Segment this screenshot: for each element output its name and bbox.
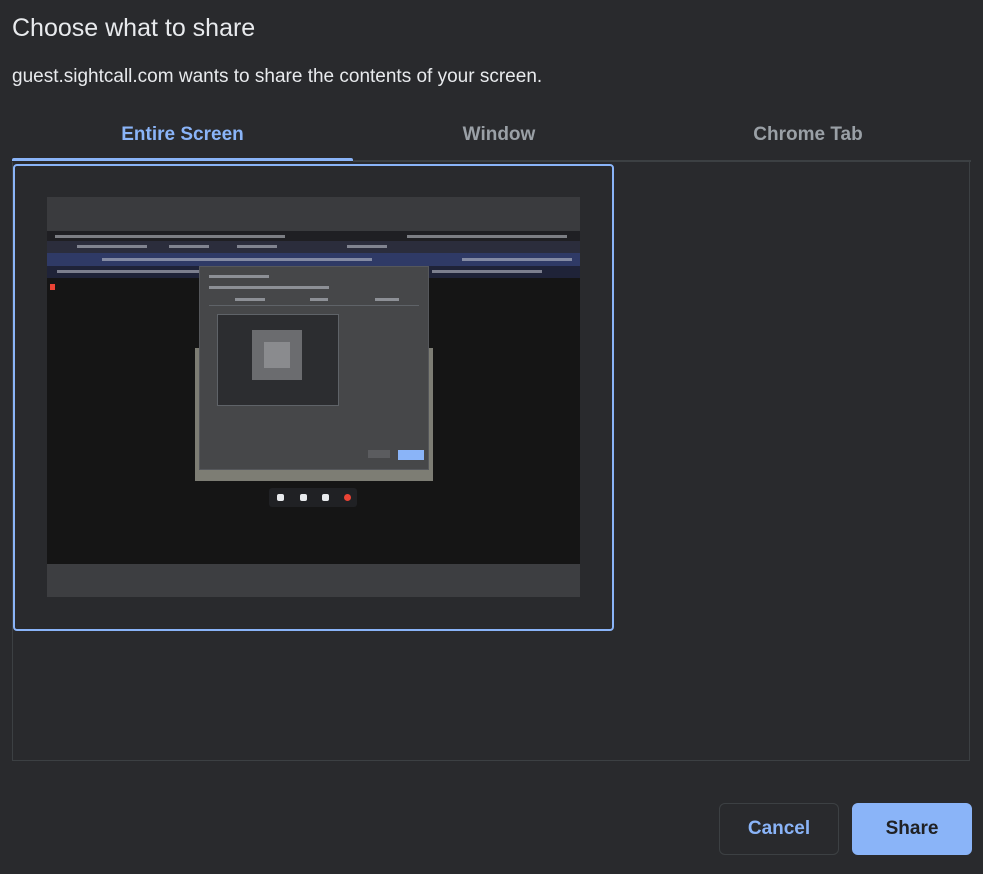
share-button[interactable]: Share [852,803,972,855]
cancel-button[interactable]: Cancel [719,803,839,855]
tab-chrome-tab[interactable]: Chrome Tab [645,118,971,162]
dialog-subtitle: guest.sightcall.com wants to share the c… [12,66,543,87]
dialog-title: Choose what to share [12,14,256,42]
thumb-dock [47,564,580,597]
source-tabs: Entire Screen Window Chrome Tab [12,118,971,162]
thumb-record-icon [50,284,55,290]
tab-window[interactable]: Window [353,118,645,162]
thumb-addressbar [47,253,580,266]
tab-entire-screen[interactable]: Entire Screen [12,118,353,162]
thumb-share-dialog [199,266,429,470]
thumb-menubar [47,231,580,241]
thumb-call-controls [269,488,357,507]
thumb-tabstrip [47,241,580,253]
active-tab-indicator [12,158,353,161]
thumb-mini-preview [217,314,339,406]
screen-thumbnail [47,197,580,597]
